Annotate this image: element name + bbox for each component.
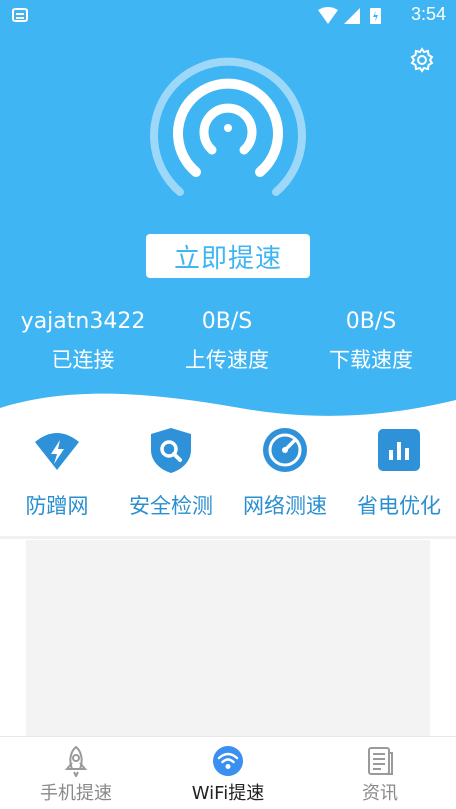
bottom-tab-bar: 手机提速 WiFi提速 资讯 (0, 736, 456, 809)
tool-label: 网络测速 (243, 494, 327, 518)
ssid-value: yajatn3422 (20, 309, 146, 334)
tool-security-check[interactable]: 安全检测 (114, 420, 228, 530)
tool-label: 安全检测 (129, 494, 213, 518)
tool-power-saving[interactable]: 省电优化 (342, 420, 456, 530)
tab-label: WiFi提速 (191, 783, 265, 804)
stat-connected: yajatn3422 已连接 (8, 306, 158, 374)
tool-label: 防蹭网 (25, 494, 89, 518)
tab-news[interactable]: 资讯 (304, 737, 456, 809)
tool-speed-test[interactable]: 网络测速 (228, 420, 342, 530)
download-speed-label: 下载速度 (329, 348, 413, 372)
stat-download: 0B/S 下载速度 (296, 306, 446, 374)
tab-label: 手机提速 (40, 783, 112, 804)
shield-search-icon (151, 428, 191, 473)
tool-label: 省电优化 (357, 494, 441, 518)
upload-speed-label: 上传速度 (185, 348, 269, 372)
content-placeholder (26, 540, 430, 736)
battery-chart-icon (378, 429, 420, 471)
tab-wifi-boost[interactable]: WiFi提速 (152, 737, 304, 809)
stat-upload: 0B/S 上传速度 (152, 306, 302, 374)
rocket-icon (64, 745, 88, 777)
tool-anti-leech[interactable]: 防蹭网 (0, 420, 114, 530)
cell-signal-icon (344, 8, 360, 24)
wifi-shield-icon (35, 433, 79, 470)
upload-speed-value: 0B/S (201, 309, 253, 334)
status-time: 3:54 (410, 4, 446, 24)
tab-phone-boost[interactable]: 手机提速 (0, 737, 152, 809)
download-speed-value: 0B/S (345, 309, 397, 334)
settings-gear-icon[interactable] (408, 46, 436, 74)
connected-label: 已连接 (51, 348, 115, 372)
wifi-icon (213, 746, 243, 776)
speedometer-icon (263, 428, 307, 472)
status-icons (318, 7, 381, 24)
boost-now-button[interactable]: 立即提速 (146, 234, 310, 278)
notification-icon (12, 8, 28, 22)
status-bar: 3:54 (0, 0, 456, 32)
tab-label: 资讯 (362, 783, 398, 804)
wifi-signal-emblem (150, 57, 306, 196)
tools-grid: 防蹭网 安全检测 网络测速 省电优化 (0, 420, 456, 530)
news-icon (368, 747, 393, 775)
wifi-status-icon (318, 7, 338, 24)
section-divider (0, 536, 456, 539)
